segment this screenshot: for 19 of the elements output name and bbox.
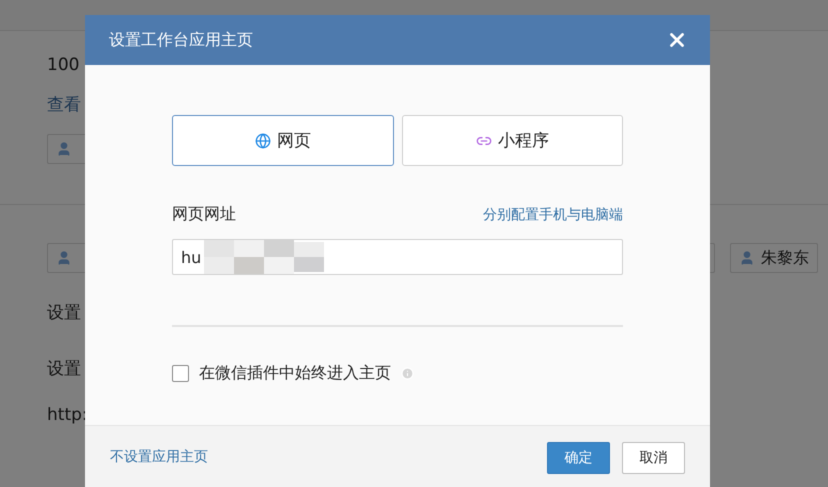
setting-label: 设置 <box>47 358 81 380</box>
member-name: 朱黎东 <box>761 248 809 268</box>
checkbox[interactable] <box>172 365 189 382</box>
confirm-button[interactable]: 确定 <box>547 442 610 474</box>
globe-icon <box>254 132 271 148</box>
url-text: http: <box>47 405 88 425</box>
user-icon <box>56 250 72 266</box>
field-label: 网页网址 <box>172 204 236 225</box>
type-tab[interactable]: 小程序 <box>402 115 623 166</box>
checkbox-label: 在微信插件中始终进入主页 <box>199 363 391 384</box>
separate-config-link[interactable]: 分别配置手机与电脑端 <box>483 206 623 224</box>
type-tab[interactable]: 网页 <box>172 115 394 166</box>
user-icon <box>739 250 755 266</box>
no-homepage-link[interactable]: 不设置应用主页 <box>110 448 208 466</box>
user-icon <box>56 141 72 157</box>
cancel-button[interactable]: 取消 <box>622 442 685 474</box>
amount-text: 100 <box>47 55 80 75</box>
setting-label: 设置 <box>47 302 81 324</box>
dialog-title: 设置工作台应用主页 <box>109 30 253 50</box>
